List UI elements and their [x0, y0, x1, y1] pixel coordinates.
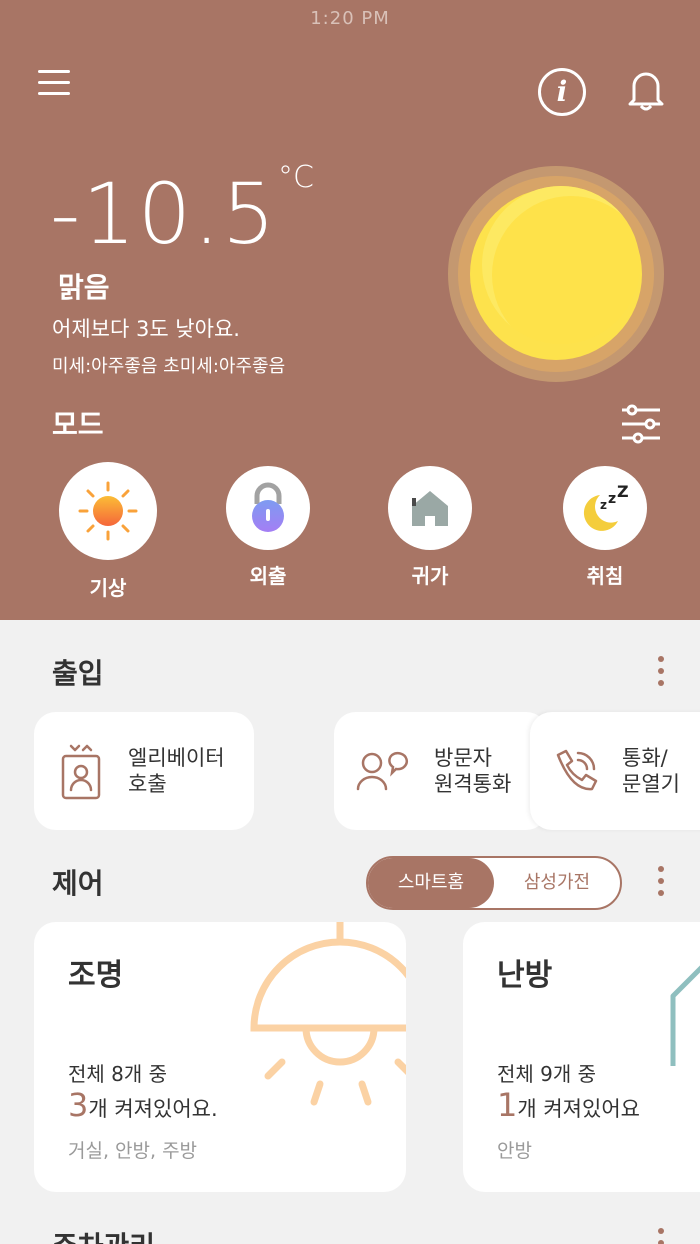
menu-icon[interactable]	[38, 70, 70, 102]
mode-label: 취침	[586, 564, 624, 588]
parking-more-icon[interactable]	[655, 1228, 667, 1244]
card-status: 3개 켜져있어요.	[68, 1086, 218, 1124]
sun-icon	[59, 462, 157, 560]
svg-text:z: z	[608, 491, 616, 507]
lighting-card[interactable]: 조명 전체 8개 중 3개 켜져있어요. 거실, 안방, 주방	[34, 922, 406, 1192]
entry-label: 통화/ 문열기	[622, 746, 680, 796]
entry-section-title: 출입	[52, 657, 104, 690]
entry-more-icon[interactable]	[655, 656, 667, 690]
active-suffix: 개 켜져있어요	[517, 1097, 640, 1121]
card-rooms: 거실, 안방, 주방	[68, 1140, 198, 1162]
card-title: 조명	[68, 958, 124, 993]
bell-icon[interactable]	[626, 68, 666, 112]
device-toggle: 스마트홈 삼성가전	[366, 856, 622, 910]
mode-label: 기상	[89, 576, 127, 600]
control-section-title: 제어	[52, 867, 104, 900]
temperature-unit: °C	[278, 160, 314, 195]
parking-section-title: 주차관리	[52, 1225, 155, 1244]
card-summary: 전체 8개 중	[68, 1062, 168, 1086]
elevator-call-card[interactable]: 엘리베이터 호출	[34, 712, 254, 830]
mode-label: 외출	[249, 564, 287, 588]
control-more-icon[interactable]	[655, 866, 667, 900]
weather-header: 1:20 PM i -10.5 °C 맑음 어제보다 3도 낮아요. 미세:아주…	[0, 0, 700, 620]
mode-sleep[interactable]: z z Z 취침	[555, 466, 655, 589]
entry-label: 엘리베이터 호출	[128, 746, 225, 796]
mode-home[interactable]: 귀가	[380, 466, 480, 589]
card-summary: 전체 9개 중	[497, 1062, 597, 1086]
door-phone-card[interactable]: 통화/ 문열기	[530, 712, 700, 830]
mode-wakeup[interactable]: 기상	[58, 462, 158, 601]
card-status: 1개 켜져있어요	[497, 1086, 640, 1124]
mode-label: 귀가	[411, 564, 449, 588]
home-icon	[388, 466, 472, 550]
sun-icon	[448, 166, 664, 382]
smarthome-toggle-option[interactable]: 스마트홈	[368, 858, 494, 908]
svg-text:Z: Z	[617, 483, 629, 501]
temperature: -10.5	[50, 165, 278, 263]
mode-settings-icon[interactable]	[620, 404, 662, 444]
visitor-icon	[334, 749, 434, 793]
mode-section-title: 모드	[52, 408, 104, 441]
weather-comparison: 어제보다 3도 낮아요.	[52, 317, 240, 341]
house-outline-icon	[669, 946, 700, 1076]
active-suffix: 개 켜져있어요.	[88, 1097, 218, 1121]
mode-away[interactable]: 외출	[218, 466, 318, 589]
lamp-icon	[248, 922, 406, 1122]
phone-icon	[530, 747, 622, 795]
info-icon[interactable]: i	[538, 68, 586, 116]
samsung-appliance-toggle-option[interactable]: 삼성가전	[494, 858, 620, 908]
active-count: 1	[497, 1086, 518, 1124]
moon-sleep-icon: z z Z	[563, 466, 647, 550]
card-rooms: 안방	[497, 1140, 532, 1162]
active-count: 3	[68, 1086, 89, 1124]
entry-label: 방문자 원격통화	[434, 746, 512, 796]
weather-condition: 맑음	[58, 271, 110, 304]
card-title: 난방	[497, 958, 553, 993]
status-bar-time: 1:20 PM	[310, 8, 390, 29]
lock-icon	[226, 466, 310, 550]
elevator-icon	[34, 742, 128, 800]
air-quality: 미세:아주좋음 초미세:아주좋음	[52, 356, 286, 377]
svg-text:z: z	[600, 498, 607, 512]
heating-card[interactable]: 난방 전체 9개 중 1개 켜져있어요 안방	[463, 922, 700, 1192]
visitor-call-card[interactable]: 방문자 원격통화	[334, 712, 548, 830]
